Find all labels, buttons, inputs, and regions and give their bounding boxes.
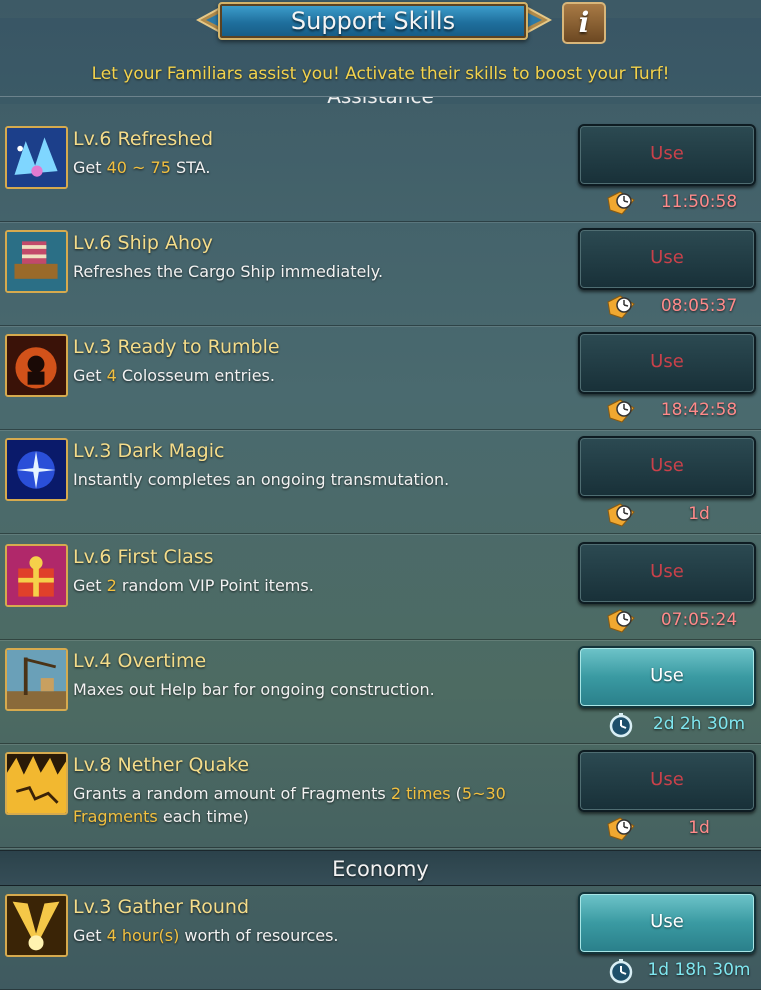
- skill-desc-text: Get: [73, 576, 107, 595]
- skill-row: Lv.6 Ship Ahoy Refreshes the Cargo Ship i…: [0, 222, 761, 326]
- skill-desc-text: random VIP Point items.: [116, 576, 314, 595]
- skill-name: Lv.3 Gather Round: [73, 896, 250, 918]
- stopwatch-icon: [609, 959, 633, 984]
- use-button[interactable]: Use: [578, 646, 756, 708]
- skill-row: Lv.8 Nether Quake Grants a random amount …: [0, 744, 761, 848]
- timer-text: 1d: [688, 818, 710, 838]
- page-title: Support Skills: [218, 2, 528, 40]
- cooldown-timer: 1d: [606, 816, 756, 842]
- timer-text: 2d 2h 30m: [652, 714, 746, 734]
- skill-description: Instantly completes an ongoing transmuta…: [73, 468, 553, 491]
- skill-name: Lv.3 Dark Magic: [73, 440, 225, 462]
- section-label: Assistance: [327, 96, 434, 108]
- skill-desc-highlight: 2 times: [390, 784, 451, 803]
- title-bar: Support Skills i: [0, 0, 761, 48]
- use-button[interactable]: Use: [578, 124, 756, 186]
- cooldown-timer: 18:42:58: [606, 398, 756, 424]
- timer-text: 07:05:24: [660, 610, 738, 630]
- gather-round-icon: [5, 894, 68, 957]
- skill-row: Lv.3 Gather Round Get 4 hour(s) worth of …: [0, 886, 761, 990]
- skill-row: Lv.3 Ready to Rumble Get 4 Colosseum entr…: [0, 326, 761, 430]
- timer-text: 08:05:37: [660, 296, 738, 316]
- skill-description: Refreshes the Cargo Ship immediately.: [73, 260, 553, 283]
- skill-desc-highlight: 2: [106, 576, 117, 595]
- cooldown-timer: 07:05:24: [606, 608, 756, 634]
- skill-description: Grants a random amount of Fragments 2 ti…: [73, 782, 553, 828]
- skill-desc-highlight: 40 ~ 75: [106, 158, 171, 177]
- cooldown-timer: 2d 2h 30m: [606, 712, 756, 738]
- cooldown-timer: 1d 18h 30m: [606, 958, 756, 984]
- timer-text: 11:50:58: [660, 192, 738, 212]
- skill-desc-text: STA.: [170, 158, 211, 177]
- ready-to-rumble-icon: [5, 334, 68, 397]
- clock-cooldown-icon: [607, 191, 635, 215]
- skill-description: Get 4 hour(s) worth of resources.: [73, 924, 553, 947]
- skill-desc-text: Get: [73, 366, 107, 385]
- skill-name: Lv.4 Overtime: [73, 650, 207, 672]
- skill-row: Lv.3 Dark Magic Instantly completes an on…: [0, 430, 761, 534]
- cooldown-timer: 08:05:37: [606, 294, 756, 320]
- skill-name: Lv.6 First Class: [73, 546, 214, 568]
- skill-description: Get 4 Colosseum entries.: [73, 364, 553, 387]
- timer-text: 18:42:58: [660, 400, 738, 420]
- use-button[interactable]: Use: [578, 332, 756, 394]
- skill-desc-text: each time): [157, 807, 249, 826]
- skill-row: Lv.6 Refreshed Get 40 ~ 75 STA. Use 11:50:5…: [0, 118, 761, 222]
- skill-description: Maxes out Help bar for ongoing construct…: [73, 678, 553, 701]
- skill-row: Lv.6 First Class Get 2 random VIP Point i…: [0, 536, 761, 640]
- nether-quake-icon: [5, 752, 68, 815]
- first-class-icon: [5, 544, 68, 607]
- clock-cooldown-icon: [607, 503, 635, 527]
- skill-row: Lv.4 Overtime Maxes out Help bar for ongo…: [0, 640, 761, 744]
- skill-desc-text: Instantly completes an ongoing transmuta…: [73, 470, 450, 489]
- skill-desc-highlight: 4 hour(s): [106, 926, 180, 945]
- ship-ahoy-icon: [5, 230, 68, 293]
- dark-magic-icon: [5, 438, 68, 501]
- cooldown-timer: 11:50:58: [606, 190, 756, 216]
- skill-desc-text: worth of resources.: [179, 926, 339, 945]
- use-button[interactable]: Use: [578, 542, 756, 604]
- cooldown-timer: 1d: [606, 502, 756, 528]
- info-button[interactable]: i: [562, 2, 606, 44]
- clock-cooldown-icon: [607, 295, 635, 319]
- skill-description: Get 40 ~ 75 STA.: [73, 156, 553, 179]
- section-header-assistance: Assistance: [0, 96, 761, 118]
- use-button[interactable]: Use: [578, 750, 756, 812]
- skill-name: Lv.6 Refreshed: [73, 128, 214, 150]
- skill-desc-text: (: [450, 784, 462, 803]
- use-button[interactable]: Use: [578, 892, 756, 954]
- subtitle: Let your Familiars assist you! Activate …: [91, 64, 670, 84]
- refreshed-icon: [5, 126, 68, 189]
- section-header-economy: Economy: [0, 850, 761, 886]
- skill-name: Lv.6 Ship Ahoy: [73, 232, 213, 254]
- skill-desc-text: Colosseum entries.: [116, 366, 275, 385]
- skill-name: Lv.3 Ready to Rumble: [73, 336, 280, 358]
- clock-cooldown-icon: [607, 609, 635, 633]
- clock-cooldown-icon: [607, 399, 635, 423]
- use-button[interactable]: Use: [578, 436, 756, 498]
- clock-cooldown-icon: [607, 817, 635, 841]
- skill-desc-text: Grants a random amount of Fragments: [73, 784, 391, 803]
- stopwatch-icon: [609, 713, 633, 738]
- timer-text: 1d: [688, 504, 710, 524]
- skill-desc-text: Get: [73, 926, 107, 945]
- skill-desc-text: Refreshes the Cargo Ship immediately.: [73, 262, 384, 281]
- overtime-icon: [5, 648, 68, 711]
- skill-name: Lv.8 Nether Quake: [73, 754, 250, 776]
- use-button[interactable]: Use: [578, 228, 756, 290]
- skill-description: Get 2 random VIP Point items.: [73, 574, 553, 597]
- skill-desc-highlight: 4: [106, 366, 117, 385]
- skill-desc-text: Maxes out Help bar for ongoing construct…: [73, 680, 435, 699]
- skill-desc-text: Get: [73, 158, 107, 177]
- timer-text: 1d 18h 30m: [647, 960, 751, 980]
